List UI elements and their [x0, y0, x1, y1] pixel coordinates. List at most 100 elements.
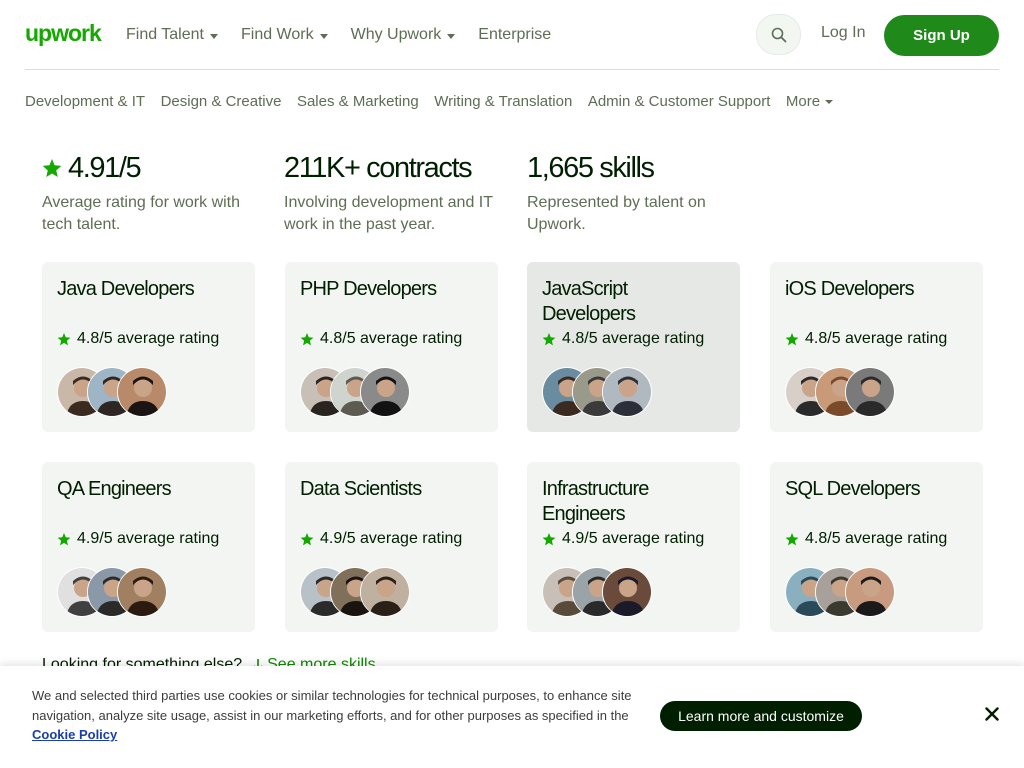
skill-card-rating: 4.9/5 average rating — [300, 530, 462, 548]
category-writing-translation[interactable]: Writing & Translation — [434, 93, 572, 110]
cookie-text-block: We and selected third parties use cookie… — [32, 686, 632, 745]
rating-text: 4.9/5 average rating — [562, 530, 705, 547]
skill-card[interactable]: Infrastructure Engineers 4.9/5 average ra… — [527, 462, 740, 632]
skill-card[interactable]: iOS Developers 4.8/5 average rating — [770, 262, 983, 432]
avatar — [117, 367, 167, 417]
freelancer-avatars — [300, 567, 410, 617]
freelancer-avatars — [57, 367, 167, 417]
skill-card[interactable]: JavaScript Developers 4.8/5 average ratin… — [527, 262, 740, 432]
nav-why-upwork[interactable]: Why Upwork — [351, 24, 456, 46]
rating-text: 4.8/5 average rating — [77, 330, 220, 347]
skill-card-rating: 4.8/5 average rating — [57, 330, 219, 348]
search-button[interactable] — [756, 14, 801, 55]
stat-title: 1,665 skills — [527, 151, 655, 184]
close-icon — [985, 707, 999, 721]
skill-card-rating: 4.8/5 average rating — [785, 330, 947, 348]
search-icon — [771, 27, 786, 42]
nav-find-talent[interactable]: Find Talent — [126, 24, 218, 46]
skill-card[interactable]: Data Scientists 4.9/5 average rating — [285, 462, 498, 632]
stat-contracts: 211K+ contracts Involving development an… — [284, 150, 499, 236]
stat-rating: 4.91/5 Average rating for work with tech… — [42, 150, 272, 236]
nav-find-work[interactable]: Find Work — [241, 24, 328, 46]
site-header: upwork Find Talent Find Work Why Upwork … — [0, 0, 1024, 70]
skill-card[interactable]: QA Engineers 4.9/5 average rating — [42, 462, 255, 632]
skill-card[interactable]: PHP Developers 4.8/5 average rating — [285, 262, 498, 432]
star-icon — [57, 532, 71, 546]
star-icon — [42, 158, 62, 178]
star-icon — [57, 332, 71, 346]
skill-card-title: SQL Developers — [785, 478, 921, 500]
freelancer-avatars — [542, 367, 652, 417]
rating-text: 4.8/5 average rating — [562, 330, 705, 347]
learn-more-customize-button[interactable]: Learn more and customize — [660, 701, 862, 731]
avatar — [845, 367, 895, 417]
login-link[interactable]: Log In — [821, 24, 865, 42]
rating-text: 4.8/5 average rating — [805, 530, 948, 547]
caret-down-icon — [447, 33, 456, 39]
header-divider — [25, 69, 999, 70]
stat-description: Involving development and IT work in the… — [284, 194, 493, 233]
category-development-it[interactable]: Development & IT — [25, 93, 145, 110]
cookie-banner: We and selected third parties use cookie… — [0, 666, 1024, 768]
freelancer-avatars — [785, 367, 895, 417]
category-admin-support[interactable]: Admin & Customer Support — [588, 93, 771, 110]
cookie-close-button[interactable] — [982, 704, 1002, 724]
category-more-label: More — [785, 93, 821, 110]
skill-card-rating: 4.9/5 average rating — [57, 530, 219, 548]
upwork-logo[interactable]: upwork — [25, 20, 107, 50]
cookie-policy-link[interactable]: Cookie Policy — [32, 727, 117, 742]
stat-title: 4.91/5 — [68, 151, 142, 184]
star-icon — [542, 532, 556, 546]
freelancer-avatars — [542, 567, 652, 617]
rating-text: 4.8/5 average rating — [805, 330, 948, 347]
skill-card-title: Infrastructure Engineers — [542, 478, 649, 525]
nav-label: Why Upwork — [350, 26, 442, 43]
cookie-text: We and selected third parties use cookie… — [32, 688, 632, 723]
category-sales-marketing[interactable]: Sales & Marketing — [297, 93, 419, 110]
skill-card-title: Data Scientists — [300, 478, 422, 500]
skill-card-rating: 4.8/5 average rating — [785, 530, 947, 548]
stat-skills: 1,665 skills Represented by talent on Up… — [527, 150, 742, 236]
star-icon — [542, 332, 556, 346]
nav-enterprise[interactable]: Enterprise — [478, 24, 551, 46]
category-design-creative[interactable]: Design & Creative — [161, 93, 282, 110]
skill-card-title: JavaScript Developers — [542, 278, 636, 325]
avatar — [360, 367, 410, 417]
nav-label: Enterprise — [478, 26, 552, 43]
stat-description: Average rating for work with tech talent… — [42, 194, 241, 233]
skill-card[interactable]: Java Developers 4.8/5 average rating — [42, 262, 255, 432]
freelancer-avatars — [57, 567, 167, 617]
rating-text: 4.9/5 average rating — [320, 530, 463, 547]
skill-card-title: QA Engineers — [57, 478, 172, 500]
nav-label: Find Work — [240, 26, 314, 43]
avatar — [117, 567, 167, 617]
caret-down-icon — [209, 33, 218, 39]
freelancer-avatars — [785, 567, 895, 617]
nav-label: Find Talent — [126, 26, 204, 43]
avatar — [845, 567, 895, 617]
stat-title: 211K+ contracts — [284, 151, 473, 184]
skill-card-title: Java Developers — [57, 278, 195, 300]
logo-text: upwork — [25, 20, 102, 46]
star-icon — [300, 532, 314, 546]
rating-text: 4.9/5 average rating — [77, 530, 220, 547]
skill-card-rating: 4.8/5 average rating — [542, 330, 704, 348]
caret-down-icon — [319, 33, 328, 39]
category-more[interactable]: More — [785, 93, 834, 110]
avatar — [602, 567, 652, 617]
skill-card-title: PHP Developers — [300, 278, 437, 300]
category-bar: Development & IT Design & Creative Sales… — [25, 93, 834, 110]
star-icon — [785, 532, 799, 546]
caret-down-icon — [825, 99, 834, 104]
star-icon — [785, 332, 799, 346]
star-icon — [300, 332, 314, 346]
main-nav: Find Talent Find Work Why Upwork Enterpr… — [126, 24, 574, 46]
avatar — [602, 367, 652, 417]
skill-card-rating: 4.8/5 average rating — [300, 330, 462, 348]
skill-card[interactable]: SQL Developers 4.8/5 average rating — [770, 462, 983, 632]
skill-card-rating: 4.9/5 average rating — [542, 530, 704, 548]
rating-text: 4.8/5 average rating — [320, 330, 463, 347]
avatar — [360, 567, 410, 617]
freelancer-avatars — [300, 367, 410, 417]
signup-button[interactable]: Sign Up — [884, 15, 999, 56]
